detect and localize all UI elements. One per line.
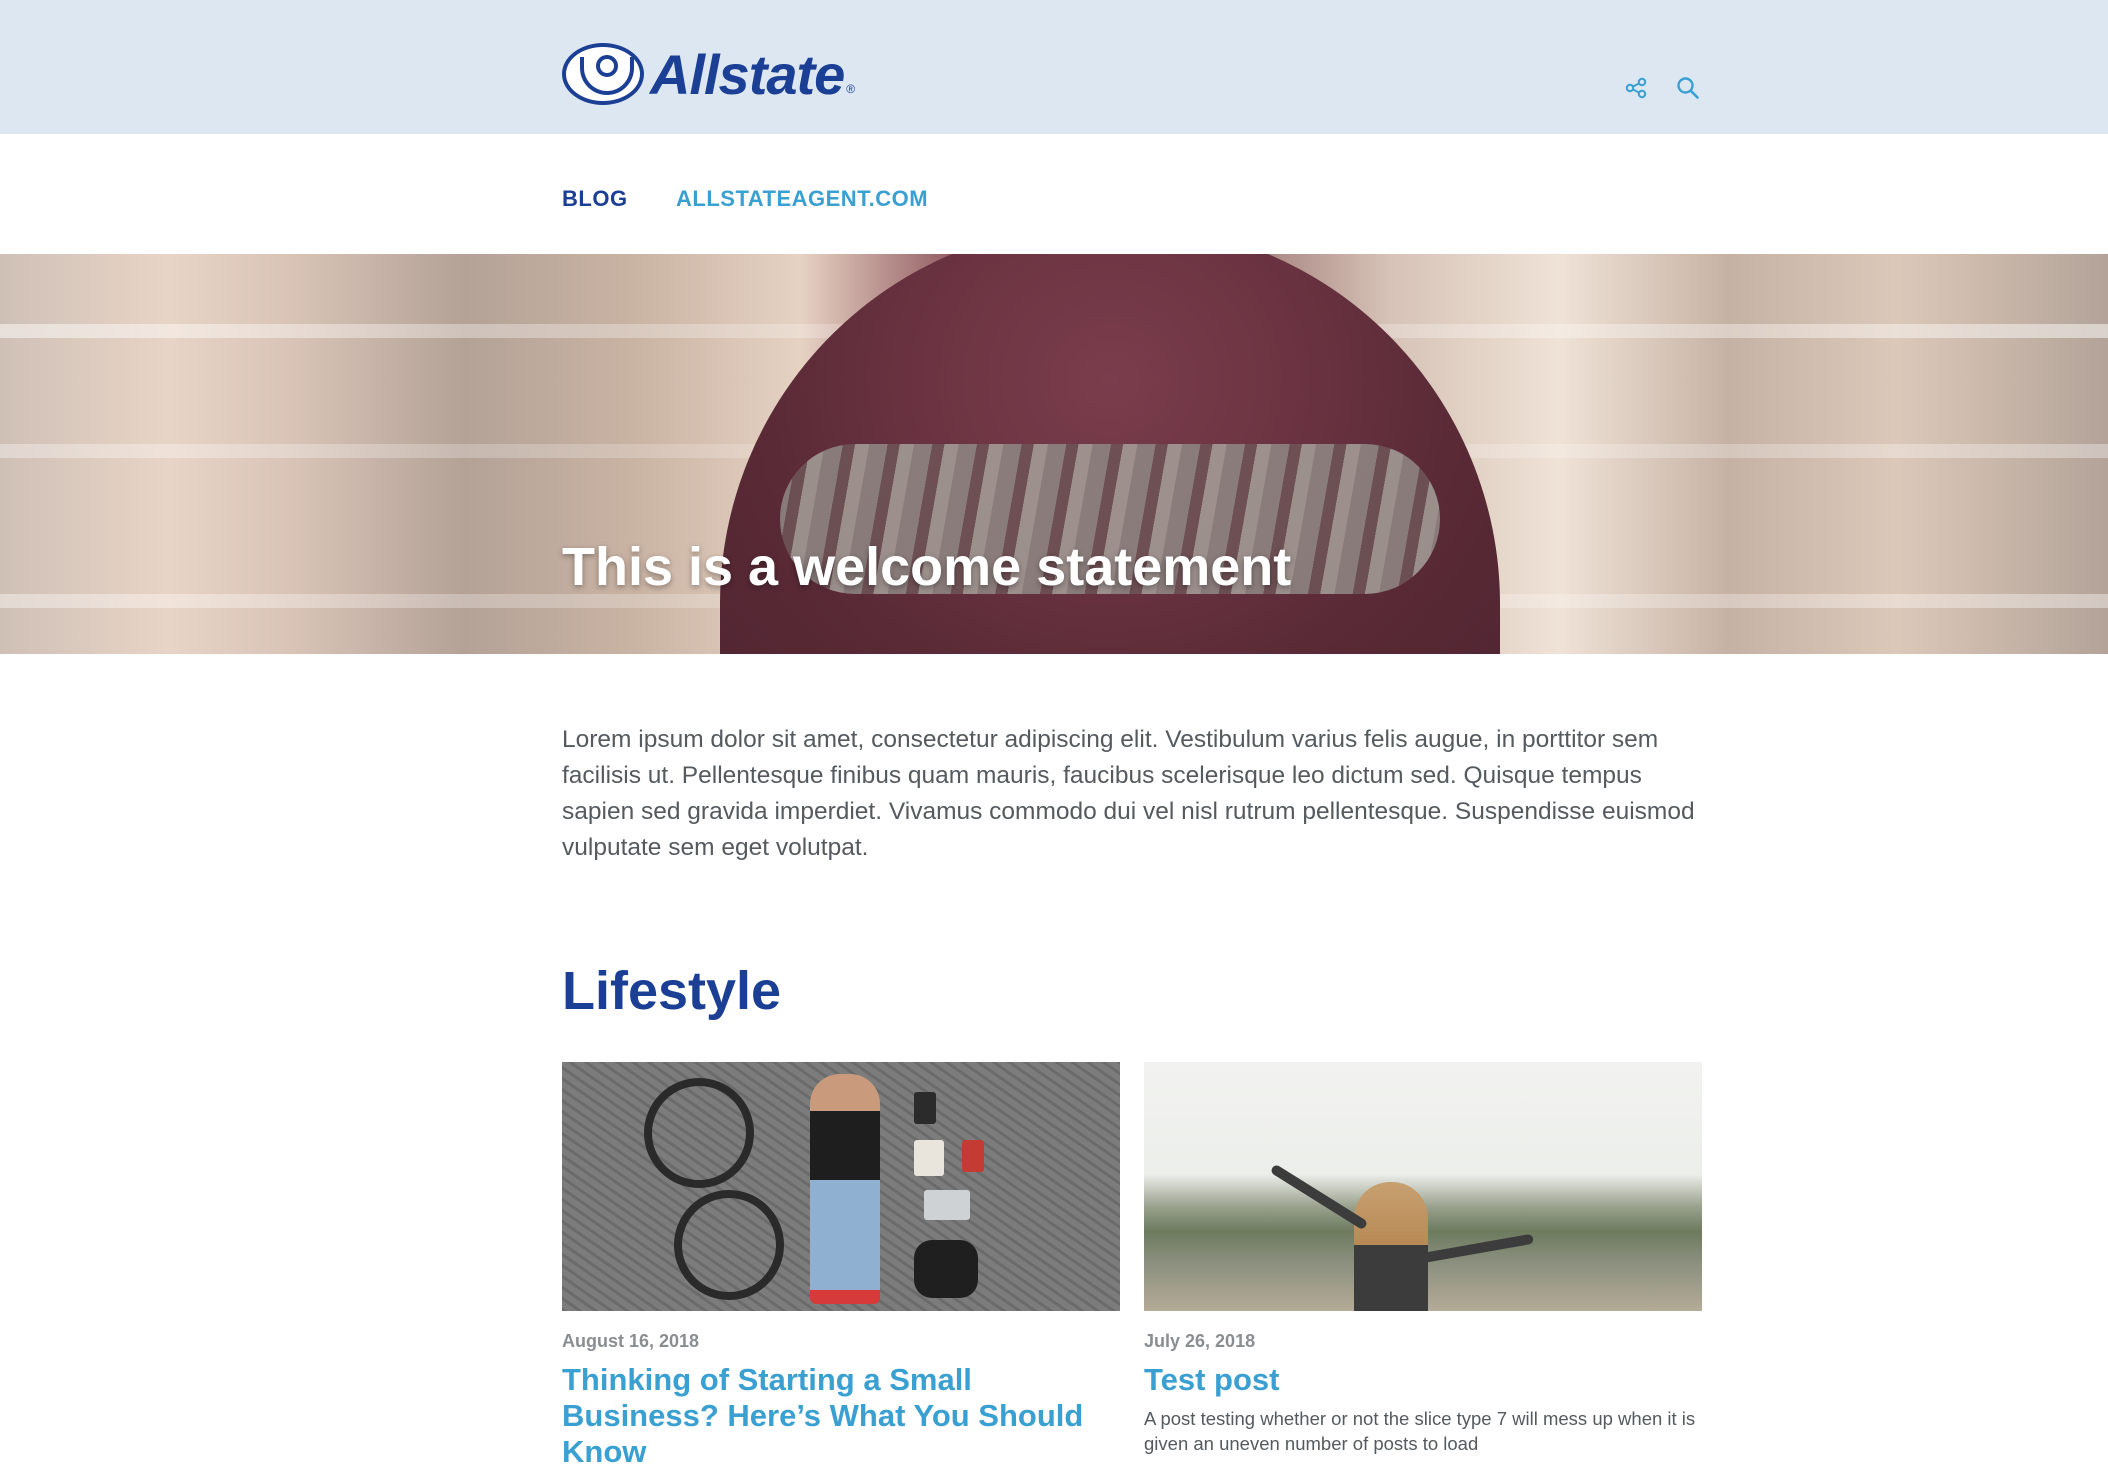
post-description: A post testing whether or not the slice … xyxy=(1144,1408,1696,1454)
red-book-item xyxy=(962,1140,984,1172)
intro-paragraph: Lorem ipsum dolor sit amet, consectetur … xyxy=(562,726,1695,861)
search-button[interactable] xyxy=(1672,72,1704,104)
brand-name: Allstate xyxy=(650,42,845,106)
post-image-flatlay[interactable] xyxy=(562,1062,1120,1311)
phone-item xyxy=(914,1092,936,1124)
main-nav: BLOG ALLSTATEAGENT.COM xyxy=(0,134,2108,254)
post-date: August 16, 2018 xyxy=(562,1331,700,1351)
allstate-logo[interactable]: Allstate ® xyxy=(562,42,855,106)
post-card[interactable]: August 16, 2018 Thinking of Starting a S… xyxy=(562,1062,1120,1470)
post-date: July 26, 2018 xyxy=(1144,1331,1256,1351)
section-title-lifestyle: Lifestyle xyxy=(562,961,782,1021)
post-card[interactable]: July 26, 2018 Test post A post testing w… xyxy=(1144,1062,1702,1456)
share-button[interactable] xyxy=(1620,72,1652,104)
hero-banner: This is a welcome statement xyxy=(0,254,2108,654)
notebook-item xyxy=(914,1140,944,1176)
site-header: Allstate ® xyxy=(0,0,2108,134)
backpack-item xyxy=(914,1240,978,1298)
registered-mark: ® xyxy=(846,82,856,96)
bicycle-wheel xyxy=(644,1078,754,1188)
person-lying-image xyxy=(810,1074,880,1304)
search-icon xyxy=(1677,77,1699,99)
hero-title: This is a welcome statement xyxy=(562,537,1292,597)
laptop-item xyxy=(924,1190,970,1220)
woman-arms-raised-image xyxy=(1354,1182,1428,1311)
post-title-link[interactable]: Test post xyxy=(1144,1362,1702,1398)
post-title-link[interactable]: Thinking of Starting a Small Business? H… xyxy=(562,1362,1120,1470)
post-image-cliff[interactable] xyxy=(1144,1062,1702,1311)
raised-arm xyxy=(1414,1233,1534,1265)
nav-blog-link[interactable]: BLOG xyxy=(562,186,628,212)
raised-arm xyxy=(1269,1163,1369,1231)
bicycle-wheel xyxy=(674,1190,784,1300)
allstate-hands-icon xyxy=(562,43,644,105)
nav-allstateagent-link[interactable]: ALLSTATEAGENT.COM xyxy=(676,186,928,212)
share-icon xyxy=(1625,77,1647,99)
